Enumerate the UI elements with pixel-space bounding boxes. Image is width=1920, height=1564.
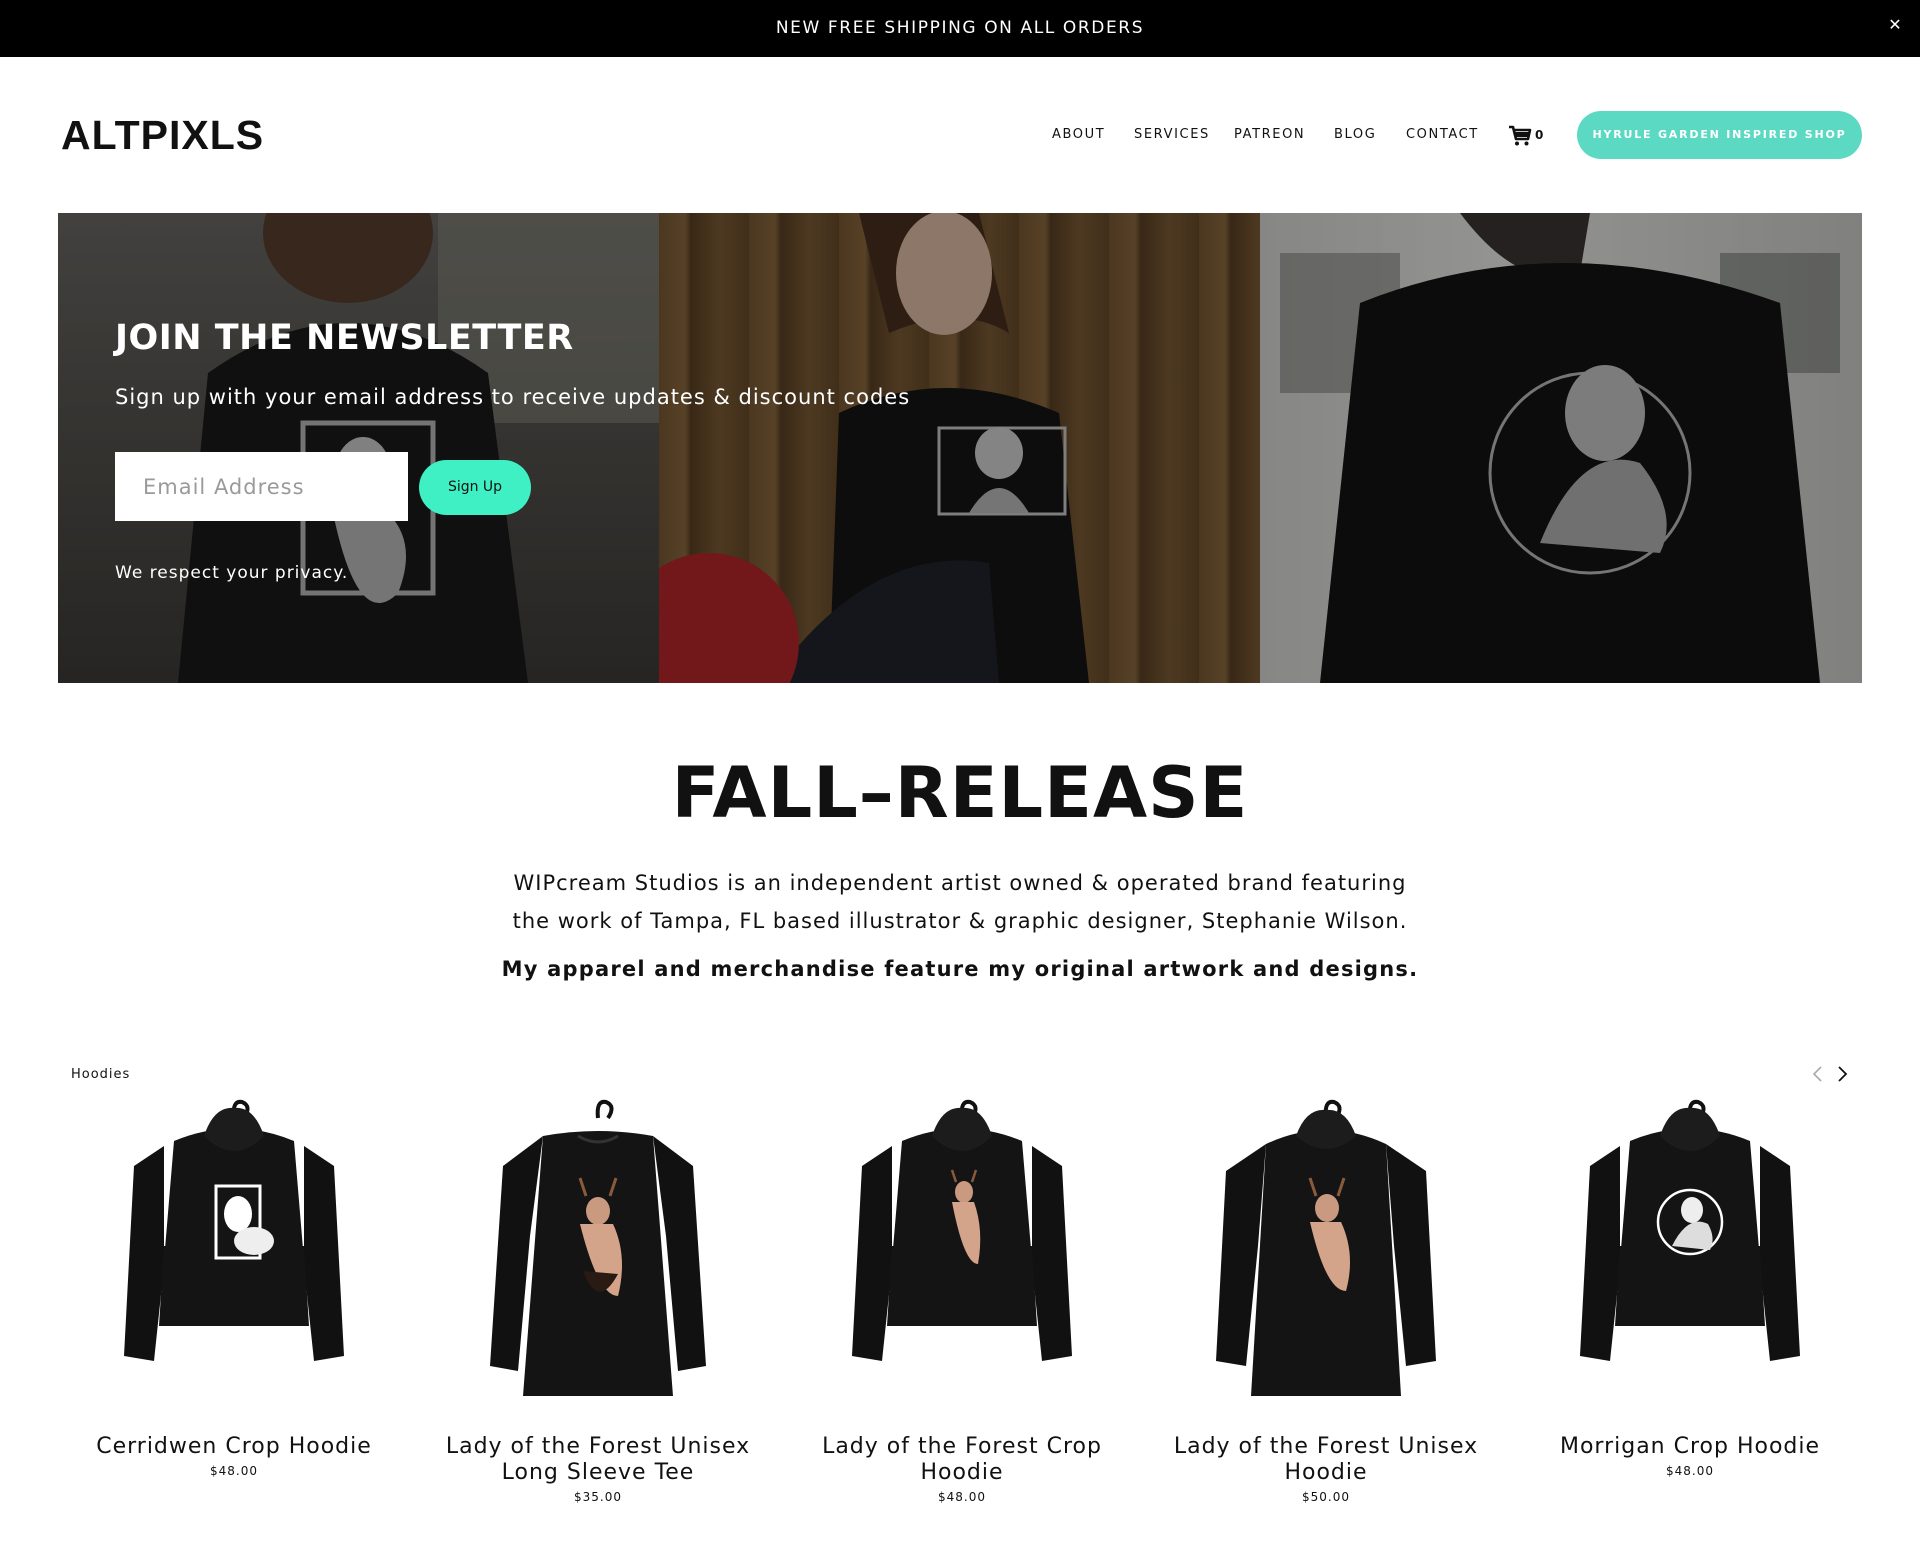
- product-price: $48.00: [1666, 1464, 1714, 1478]
- hyrule-shop-button[interactable]: HYRULE GARDEN INSPIRED SHOP: [1577, 111, 1862, 159]
- product-card[interactable]: Lady of the Forest Unisex Hoodie $50.00: [1156, 1096, 1496, 1516]
- announcement-bar: NEW FREE SHIPPING ON ALL ORDERS ✕: [0, 0, 1920, 57]
- product-name: Morrigan Crop Hoodie: [1559, 1434, 1821, 1459]
- chevron-right-icon: [1838, 1066, 1848, 1082]
- product-card[interactable]: Lady of the Forest Crop Hoodie $48.00: [792, 1096, 1132, 1516]
- brand-description: WIPcream Studios is an independent artis…: [460, 864, 1460, 940]
- hero-overlay: [58, 213, 1862, 683]
- product-name: Lady of the Forest Unisex Hoodie: [1173, 1434, 1479, 1485]
- privacy-note: We respect your privacy.: [115, 563, 349, 583]
- nav-services[interactable]: SERVICES: [1134, 127, 1210, 142]
- product-price: $48.00: [210, 1464, 258, 1478]
- nav-blog[interactable]: BLOG: [1334, 127, 1376, 142]
- carousel-prev-button[interactable]: [1808, 1063, 1828, 1085]
- product-image: [1216, 1099, 1436, 1396]
- product-card[interactable]: Morrigan Crop Hoodie $48.00: [1520, 1096, 1860, 1516]
- carousel-category[interactable]: Hoodies: [71, 1067, 130, 1082]
- newsletter-subtitle: Sign up with your email address to recei…: [115, 385, 911, 409]
- product-image: [124, 1099, 344, 1361]
- newsletter-hero: [58, 213, 1862, 683]
- product-card[interactable]: Cerridwen Crop Hoodie $48.00: [64, 1096, 404, 1516]
- product-name: Cerridwen Crop Hoodie: [96, 1434, 372, 1459]
- site-logo[interactable]: ALTPIXLS: [61, 112, 264, 159]
- brand-tagline: My apparel and merchandise feature my or…: [501, 957, 1419, 981]
- cart-button[interactable]: 0: [1508, 125, 1544, 147]
- cart-count: 0: [1535, 128, 1544, 142]
- section-title: FALL–RELEASE: [671, 752, 1249, 834]
- close-icon[interactable]: ✕: [1884, 14, 1906, 36]
- email-field[interactable]: [115, 452, 408, 521]
- sign-up-button[interactable]: Sign Up: [419, 460, 531, 515]
- nav-contact[interactable]: CONTACT: [1406, 127, 1479, 142]
- newsletter-title: JOIN THE NEWSLETTER: [115, 318, 574, 358]
- product-image: [490, 1099, 706, 1396]
- description-line-1: WIPcream Studios is an independent artis…: [513, 871, 1407, 895]
- product-name: Lady of the Forest Unisex Long Sleeve Te…: [445, 1434, 751, 1485]
- announcement-text: NEW FREE SHIPPING ON ALL ORDERS: [775, 18, 1145, 38]
- product-image: [1580, 1099, 1800, 1361]
- product-name: Lady of the Forest Crop Hoodie: [822, 1434, 1102, 1485]
- product-price: $48.00: [938, 1490, 986, 1504]
- product-card[interactable]: Lady of the Forest Unisex Long Sleeve Te…: [428, 1096, 768, 1516]
- description-line-2: the work of Tampa, FL based illustrator …: [512, 909, 1408, 933]
- product-image: [852, 1099, 1072, 1361]
- nav-about[interactable]: ABOUT: [1052, 127, 1105, 142]
- chevron-left-icon: [1812, 1066, 1822, 1082]
- carousel-next-button[interactable]: [1832, 1063, 1852, 1085]
- nav-patreon[interactable]: PATREON: [1234, 127, 1305, 142]
- product-price: $50.00: [1302, 1490, 1350, 1504]
- cart-icon: [1509, 125, 1532, 146]
- product-price: $35.00: [574, 1490, 622, 1504]
